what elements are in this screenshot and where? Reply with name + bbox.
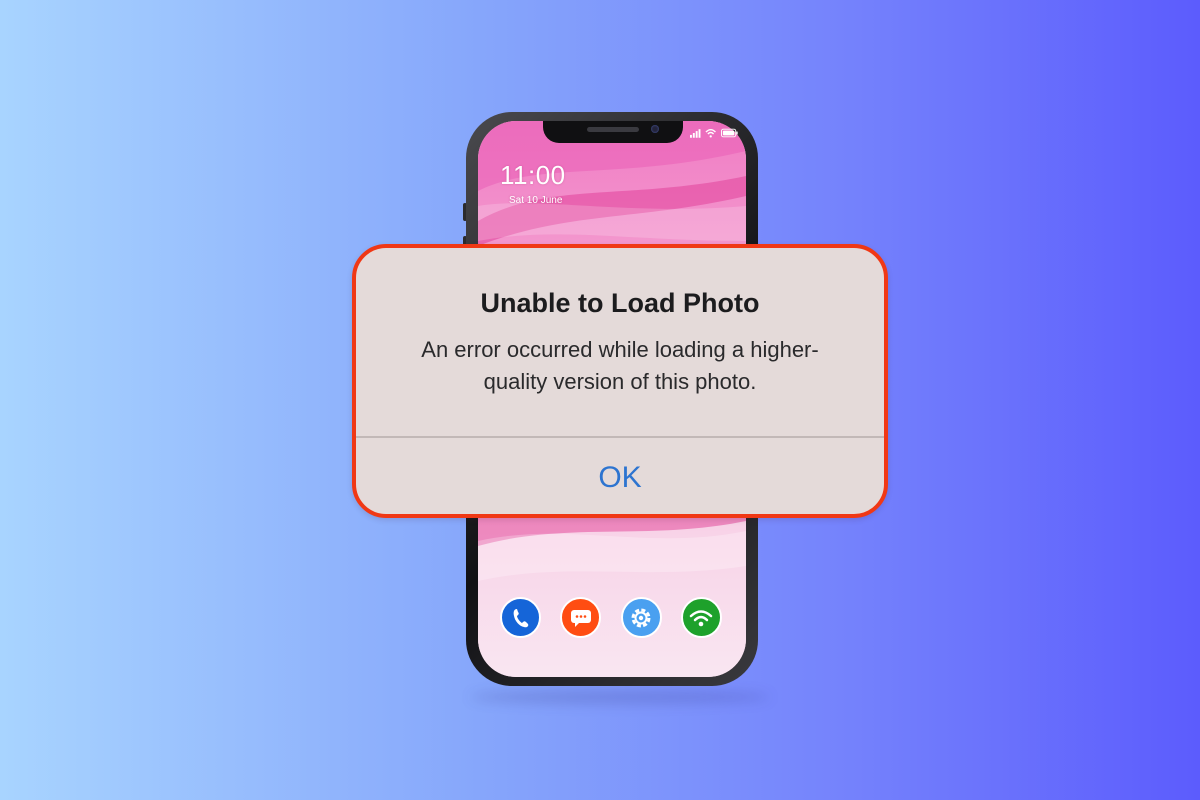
battery-icon [720,128,738,138]
wifi-signal-icon [690,609,713,626]
front-camera [651,125,659,133]
gear-icon [631,608,651,627]
alert-message: An error occurred while loading a higher… [421,337,819,394]
lock-screen-date: Sat 10 June [509,195,563,206]
wifi-app-icon[interactable] [680,597,722,638]
alert-title: Unable to Load Photo [480,288,760,318]
chat-bubble-icon [570,609,591,627]
phone-app-icon[interactable] [500,597,541,638]
signal-icon [690,129,701,138]
lock-screen-time: 11:00 [500,160,566,190]
app-dock [500,597,722,641]
phone-notch [543,121,683,143]
phone-handset-icon [513,608,528,627]
settings-app-icon[interactable] [620,597,662,638]
wifi-icon [705,128,717,138]
error-alert-dialog: Unable to Load Photo An error occurred w… [352,244,888,518]
messages-app-icon[interactable] [560,597,602,638]
phone-shadow [470,690,770,704]
earpiece-speaker [587,127,639,132]
ok-button[interactable]: OK [356,438,884,514]
status-bar [690,127,738,139]
